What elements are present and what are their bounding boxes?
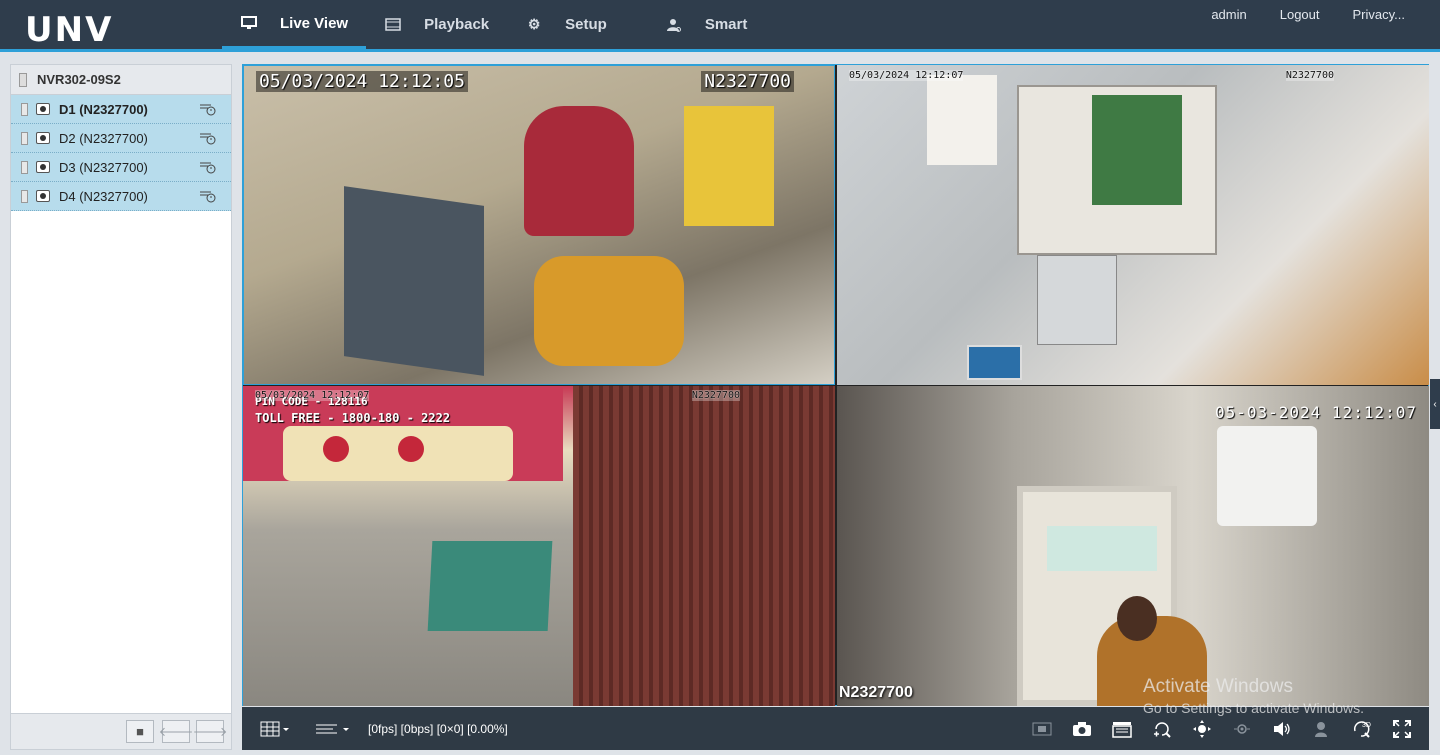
device-sidebar: NVR302-09S2 D1 (N2327700) D2 (N2327700) … — [10, 64, 232, 750]
scene-shutter — [573, 386, 835, 706]
scene-box — [1037, 255, 1117, 345]
privacy-link[interactable]: Privacy... — [1353, 7, 1406, 22]
channel-status-icon — [21, 189, 28, 203]
nav-playback-label: Playback — [424, 16, 490, 33]
channel-label: D2 (N2327700) — [59, 130, 148, 146]
bottom-toolbar: [0fps] [0bps] [0×0] [0.00%] 3D — [242, 707, 1429, 750]
channel-label: D3 (N2327700) — [59, 159, 148, 175]
two-way-audio-icon[interactable] — [1310, 717, 1333, 740]
timestamp-overlay: 05/03/2024 12:12:05 — [256, 71, 468, 92]
sign-text-line2: TOLL FREE - 1800-180 - 2222 — [255, 411, 451, 425]
person-scan-icon — [665, 16, 683, 34]
record-icon[interactable] — [198, 159, 218, 175]
nav-live-view[interactable]: Live View — [222, 0, 367, 49]
video-tile-1[interactable]: 05/03/2024 12:12:05 N2327700 — [243, 65, 835, 385]
scene-window — [1047, 526, 1157, 571]
stream-selector-button[interactable] — [306, 707, 360, 750]
scene-person-head — [1117, 596, 1157, 641]
stream-status-text: [0fps] [0bps] [0×0] [0.00%] — [368, 721, 508, 736]
nav-live-view-label: Live View — [280, 14, 349, 32]
channel-label: D4 (N2327700) — [59, 188, 148, 204]
scene-monitor — [967, 345, 1022, 380]
fullscreen-icon[interactable] — [1390, 717, 1413, 740]
camera-icon — [36, 103, 50, 115]
previous-page-button[interactable]: 🡐 — [159, 720, 193, 743]
film-icon — [384, 16, 402, 34]
scene-person-yellow — [534, 256, 684, 366]
video-tile-2[interactable]: 05/03/2024 12:12:07 N2327700 — [837, 65, 1429, 385]
stop-all-button[interactable]: ■ — [126, 720, 154, 743]
device-name: NVR302-09S2 — [37, 72, 121, 87]
scene-ac-unit — [1217, 426, 1317, 526]
timestamp-overlay: 05-03-2024 12:12:07 — [1214, 403, 1417, 422]
channel-item-d4[interactable]: D4 (N2327700) — [11, 182, 231, 211]
monitor-icon — [240, 14, 258, 32]
scene-paper — [927, 75, 997, 165]
nav-setup-label: Setup — [565, 16, 607, 33]
nav-smart[interactable]: Smart — [647, 0, 766, 49]
ptz-control-icon[interactable] — [1190, 717, 1213, 740]
record-icon[interactable] — [198, 130, 218, 146]
channel-status-icon — [21, 160, 28, 174]
video-tile-4[interactable]: 05-03-2024 12:12:07 N2327700 — [837, 386, 1429, 706]
layout-selector-button[interactable] — [250, 707, 300, 750]
camera-icon — [36, 161, 50, 173]
record-icon[interactable] — [198, 101, 218, 117]
camera-name-overlay: N2327700 — [839, 684, 913, 701]
logout-link[interactable]: Logout — [1280, 7, 1320, 22]
nav-playback[interactable]: Playback — [366, 0, 507, 49]
camera-icon — [36, 190, 50, 202]
collapse-panel-tab[interactable]: ‹ — [1430, 379, 1440, 429]
audio-volume-icon[interactable] — [1270, 717, 1293, 740]
timestamp-overlay: 05/03/2024 12:12:07 — [849, 70, 964, 81]
toolbar-right-tools: 3D — [1030, 707, 1413, 750]
record-icon[interactable] — [198, 188, 218, 204]
video-tile-3[interactable]: PIN CODE - 128116 TOLL FREE - 1800-180 -… — [243, 386, 835, 706]
channel-item-d2[interactable]: D2 (N2327700) — [11, 124, 231, 153]
top-bar: UNV Live View Playback ⚙ Setup Smart adm… — [0, 0, 1440, 52]
snapshot-camera-icon[interactable] — [1070, 717, 1093, 740]
video-grid: 05/03/2024 12:12:05 N2327700 05/03/2024 … — [242, 64, 1429, 706]
scene-circuit-board — [1092, 95, 1182, 205]
device-header[interactable]: NVR302-09S2 — [11, 65, 231, 95]
channel-label: D1 (N2327700) — [59, 101, 148, 117]
scene-yellow-box — [684, 106, 774, 226]
scene-flower — [323, 436, 349, 462]
scene-doormat — [427, 541, 553, 631]
fisheye-icon[interactable] — [1230, 717, 1253, 740]
sidebar-footer: ■ 🡐 🡒 — [11, 713, 231, 749]
digital-zoom-icon[interactable] — [1150, 717, 1173, 740]
top-links: admin Logout Privacy... — [1211, 7, 1405, 22]
nav-setup[interactable]: ⚙ Setup — [507, 0, 625, 49]
channel-status-icon — [21, 102, 28, 116]
scene-person-red — [524, 106, 634, 236]
next-page-button[interactable]: 🡒 — [193, 720, 227, 743]
channel-status-icon — [21, 131, 28, 145]
camera-name-overlay: N2327700 — [1285, 70, 1334, 81]
channel-item-d1[interactable]: D1 (N2327700) — [11, 95, 231, 124]
user-link[interactable]: admin — [1211, 7, 1246, 22]
camera-icon — [36, 132, 50, 144]
svg-text:3D: 3D — [1362, 722, 1371, 729]
nav-smart-label: Smart — [704, 16, 748, 33]
scene-safe — [344, 186, 484, 376]
3d-positioning-icon[interactable]: 3D — [1350, 717, 1373, 740]
brand-logo: UNV — [25, 10, 114, 50]
record-clip-icon[interactable] — [1110, 717, 1133, 740]
camera-name-overlay: N2327700 — [701, 71, 794, 92]
timestamp-overlay: 05/03/2024 12:12:07 — [255, 390, 370, 401]
scene-flower — [398, 436, 424, 462]
gear-icon: ⚙ — [527, 16, 541, 32]
main-nav: Live View Playback ⚙ Setup Smart — [222, 0, 765, 49]
camera-name-overlay: N2327700 — [691, 390, 740, 401]
channel-item-d3[interactable]: D3 (N2327700) — [11, 153, 231, 182]
nvr-icon — [19, 72, 27, 87]
video-mode-icon[interactable] — [1030, 717, 1053, 740]
